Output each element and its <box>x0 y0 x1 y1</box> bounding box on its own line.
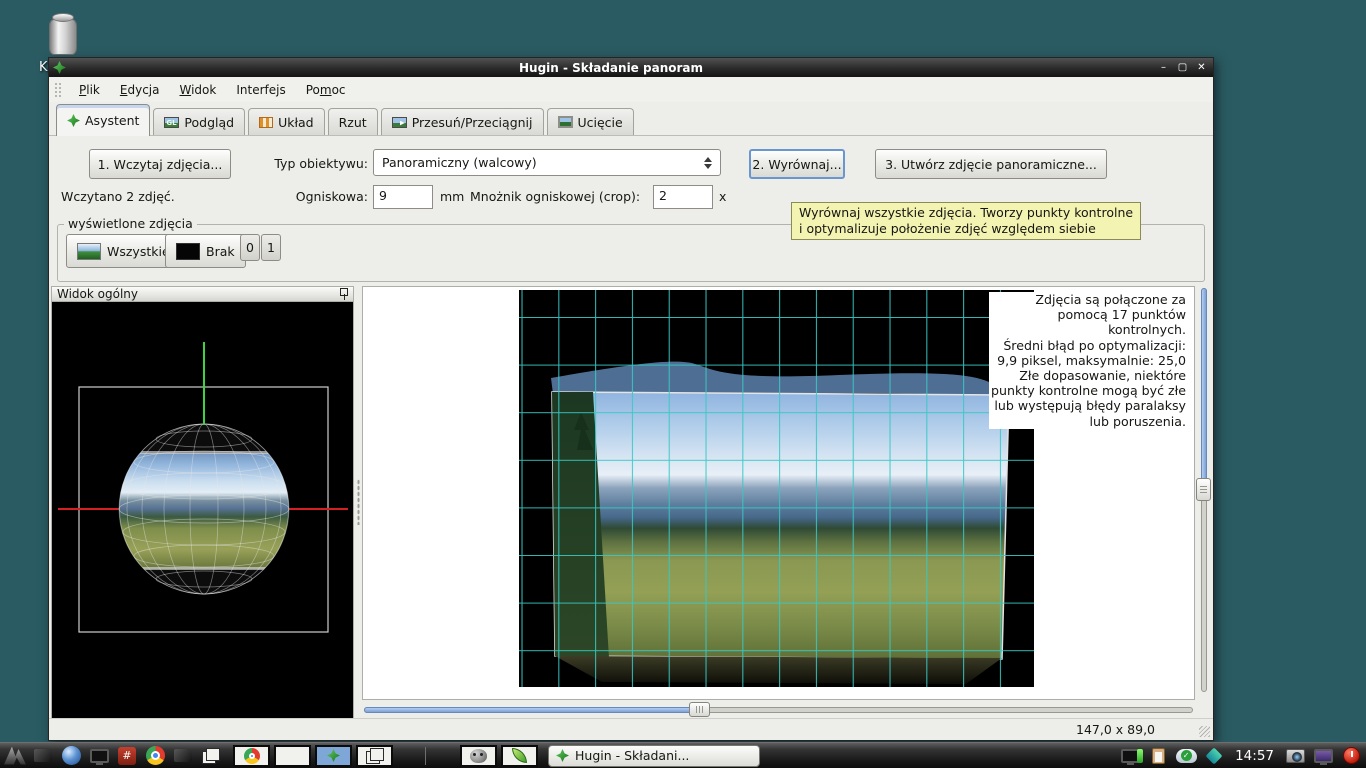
trash-icon[interactable] <box>47 13 79 59</box>
dark-app2-icon[interactable] <box>171 744 195 768</box>
panorama-preview-area[interactable]: Zdjęcia są połączone za pomocą 17 punktó… <box>362 286 1195 700</box>
hugin-window: Hugin - Składanie panoram – ▢ ✕ Plik Edy… <box>48 57 1214 741</box>
overview-title: Widok ogólny <box>57 287 138 301</box>
layout-tab-icon <box>259 117 273 128</box>
preview-column: Zdjęcia są połączone za pomocą 17 punktó… <box>362 286 1195 718</box>
image-0-toggle[interactable]: 0 <box>240 234 260 261</box>
blank-window-box[interactable] <box>274 745 311 767</box>
optimizer-message: Zdjęcia są połączone za pomocą 17 punktó… <box>989 292 1186 429</box>
chrome-window-box[interactable] <box>233 745 270 767</box>
web-globe-icon[interactable] <box>59 744 83 768</box>
taskbar-separator <box>425 747 426 765</box>
menubar: Plik Edycja Widok Interfejs Pomoc <box>49 77 1213 102</box>
focal-unit-label: mm <box>440 189 464 204</box>
tab-uciecie[interactable]: Ucięcie <box>547 108 634 135</box>
tab-uklad[interactable]: Układ <box>248 108 325 135</box>
hslider-fill <box>364 707 701 713</box>
panes-window-box[interactable] <box>356 745 393 767</box>
menu-interfejs[interactable]: Interfejs <box>226 79 295 101</box>
align-tooltip: Wyrównaj wszystkie zdjęcia. Tworzy punkt… <box>791 202 1141 240</box>
crop-factor-label: Mnożnik ogniskowej (crop): <box>470 189 640 204</box>
display-purple-icon[interactable] <box>1311 744 1335 768</box>
focal-length-input[interactable]: 9 <box>373 185 433 209</box>
terminal-red-icon[interactable] <box>115 744 139 768</box>
trash-can-body <box>49 19 77 55</box>
combo-spinner-icon <box>704 157 712 169</box>
lens-type-label: Typ obiektywu: <box>229 156 368 171</box>
close-button[interactable]: ✕ <box>1194 60 1209 75</box>
pin-icon[interactable] <box>340 288 348 300</box>
crop-factor-input[interactable]: 2 <box>653 185 713 209</box>
menu-pomoc[interactable]: Pomoc <box>296 79 356 101</box>
move-drag-tab-icon <box>392 117 407 128</box>
hslider-handle[interactable] <box>689 702 710 717</box>
tabbar: Asystent GL Podgląd Układ Rzut Przesuń/P… <box>49 102 1213 136</box>
display-green-icon[interactable] <box>1118 744 1142 768</box>
hugin-window-box[interactable] <box>315 745 352 767</box>
show-no-images-button[interactable]: Brak <box>165 234 246 268</box>
taskbar: Hugin - Składani... 14:57 <box>0 742 1366 768</box>
crop-unit-label: x <box>719 189 726 204</box>
panorama-canvas <box>519 290 1034 687</box>
preview-gl-tab-icon: GL <box>164 117 179 128</box>
overview-sphere-view[interactable] <box>52 302 353 719</box>
tab-przesun[interactable]: Przesuń/Przeciągnij <box>381 108 544 135</box>
trash-label: K <box>39 60 48 75</box>
resize-grip[interactable] <box>1199 726 1210 737</box>
sphere-preview <box>52 302 353 716</box>
dropbox-icon[interactable] <box>1202 744 1226 768</box>
tab-asystent[interactable]: Asystent <box>56 104 150 136</box>
loaded-images-status: Wczytano 2 zdjęć. <box>61 189 175 204</box>
content-row: Widok ogólny <box>49 284 1213 718</box>
hugin-task-icon <box>556 749 569 762</box>
desktop: K Hugin - Składanie panoram – ▢ ✕ Plik E… <box>0 0 1366 768</box>
cursor-position: 147,0 x 89,0 <box>1076 722 1155 737</box>
launcher-icon[interactable] <box>3 744 27 768</box>
hugin-app-icon <box>53 61 66 74</box>
hugin-task-button[interactable]: Hugin - Składani... <box>548 745 760 767</box>
show-all-images-button[interactable]: Wszystkie <box>66 234 181 268</box>
overview-panel-header[interactable]: Widok ogólny <box>52 287 353 302</box>
menu-widok[interactable]: Widok <box>169 79 226 101</box>
screenshot-camera-icon[interactable] <box>1283 744 1307 768</box>
tab-podglad[interactable]: GL Podgląd <box>153 108 245 135</box>
overview-panel: Widok ogólny <box>51 286 354 718</box>
minimize-button[interactable]: – <box>1156 60 1171 75</box>
chrome-icon[interactable] <box>143 744 167 768</box>
maximize-button[interactable]: ▢ <box>1175 60 1190 75</box>
menu-plik[interactable]: Plik <box>69 79 110 101</box>
gimp-window-box[interactable] <box>460 745 497 767</box>
display-icon[interactable] <box>87 744 111 768</box>
lens-type-select[interactable]: Panoramiczny (walcowy) <box>373 149 721 176</box>
leaf-window-box[interactable] <box>501 745 538 767</box>
window-panes-icon[interactable] <box>199 744 223 768</box>
menubar-grip[interactable] <box>54 82 61 98</box>
image-1-toggle[interactable]: 1 <box>261 234 281 261</box>
vertical-fov-slider[interactable] <box>1195 286 1212 718</box>
all-images-icon <box>77 243 101 260</box>
clock[interactable]: 14:57 <box>1230 748 1279 764</box>
horizontal-fov-slider[interactable] <box>362 701 1195 718</box>
statusbar: 147,0 x 89,0 <box>49 718 1213 740</box>
clipboard-icon[interactable] <box>1146 744 1170 768</box>
tab-rzut[interactable]: Rzut <box>328 108 378 135</box>
trash-can-lid <box>52 13 74 22</box>
load-images-button[interactable]: 1. Wczytaj zdjęcia... <box>89 149 231 179</box>
window-title: Hugin - Składanie panoram <box>66 61 1156 75</box>
align-button[interactable]: 2. Wyrównaj... <box>749 149 845 179</box>
create-panorama-button[interactable]: 3. Utwórz zdjęcie panoramiczne... <box>875 149 1107 179</box>
vslider-handle[interactable] <box>1196 478 1211 501</box>
power-icon[interactable] <box>1339 744 1363 768</box>
panel-splitter[interactable] <box>354 284 362 718</box>
focal-length-label: Ogniskowa: <box>229 189 368 204</box>
displayed-images-label: wyświetlone zdjęcia <box>64 216 197 231</box>
assistant-tab-icon <box>67 114 80 127</box>
menu-edycja[interactable]: Edycja <box>110 79 170 101</box>
crop-tab-icon <box>558 116 573 128</box>
cloud-sync-icon[interactable] <box>1174 744 1198 768</box>
titlebar[interactable]: Hugin - Składanie panoram – ▢ ✕ <box>49 58 1213 77</box>
dark-app-icon[interactable] <box>31 744 55 768</box>
no-images-icon <box>176 243 200 260</box>
vslider-fill <box>1201 288 1207 482</box>
